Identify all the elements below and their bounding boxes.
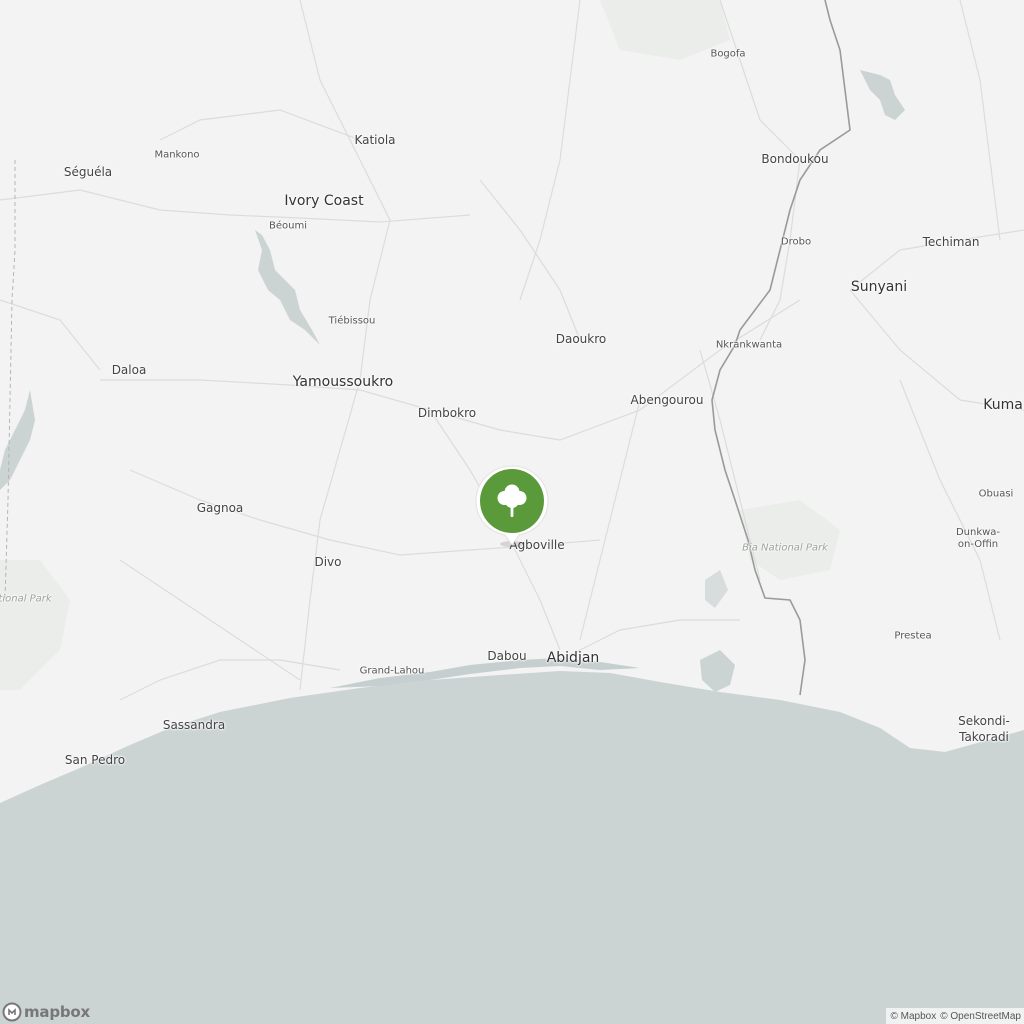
place-label-gagnoa: Gagnoa bbox=[196, 501, 244, 515]
place-label-dimbokro: Dimbokro bbox=[417, 406, 477, 420]
tree-icon bbox=[475, 465, 549, 547]
mapbox-logo[interactable]: mapbox bbox=[2, 1002, 90, 1022]
place-label-daoukro: Daoukro bbox=[555, 332, 607, 346]
place-label-techiman: Techiman bbox=[922, 235, 980, 249]
road-network bbox=[0, 0, 1024, 701]
mapbox-logo-text: mapbox bbox=[24, 1003, 91, 1021]
place-label-tiebissou: Tiébissou bbox=[328, 315, 376, 327]
place-label-sekondi-takoradi: Sekondi-Takoradi bbox=[958, 714, 1010, 744]
lake-kossou bbox=[255, 230, 320, 345]
park-label-bia: Bi̇a National Park bbox=[742, 542, 828, 554]
place-label-beoumi: Béoumi bbox=[269, 220, 307, 232]
place-label-abidjan: Abidjan bbox=[546, 650, 600, 666]
park-area-left bbox=[0, 560, 70, 690]
place-label-dabou: Dabou bbox=[487, 649, 527, 663]
map-marker[interactable] bbox=[473, 463, 551, 549]
place-label-nkrankwanta: Nkrankwanta bbox=[715, 339, 783, 351]
place-label-katiola: Katiola bbox=[354, 133, 396, 147]
map-attribution: © Mapbox © OpenStreetMap bbox=[885, 1008, 1024, 1024]
attribution-mapbox-link[interactable]: © Mapbox bbox=[891, 1011, 937, 1022]
place-label-seguela: Séguéla bbox=[63, 165, 113, 179]
ocean bbox=[0, 671, 1024, 1024]
place-label-daloa: Daloa bbox=[111, 363, 147, 377]
place-label-bogofa: Bogofa bbox=[710, 48, 746, 60]
place-label-san-pedro: San Pedro bbox=[64, 753, 126, 767]
place-label-yamoussoukro: Yamoussoukro bbox=[292, 374, 394, 390]
place-label-dunkwa: Dunkwa-on-Offin bbox=[955, 527, 1001, 550]
lake-volta bbox=[860, 70, 905, 120]
place-label-kumasi: Kuma bbox=[983, 397, 1023, 413]
lagoon-aby bbox=[700, 650, 735, 692]
park-label-national-park-left: ational Park bbox=[0, 593, 52, 605]
place-label-drobo: Drobo bbox=[780, 236, 812, 248]
place-label-mankono: Mankono bbox=[154, 149, 200, 161]
place-label-sunyani: Sunyani bbox=[850, 279, 908, 295]
place-label-bondoukou: Bondoukou bbox=[761, 152, 829, 166]
country-border-west bbox=[4, 160, 16, 601]
lake-small bbox=[705, 570, 728, 608]
attribution-osm-link[interactable]: © OpenStreetMap bbox=[940, 1011, 1021, 1022]
place-label-abengourou: Abengourou bbox=[630, 393, 704, 407]
place-label-prestea: Prestea bbox=[894, 630, 932, 642]
place-label-sassandra: Sassandra bbox=[162, 718, 226, 732]
mapbox-logo-icon bbox=[2, 1002, 22, 1022]
place-label-divo: Divo bbox=[314, 555, 342, 569]
lake-buyo bbox=[0, 390, 35, 490]
country-label-ivory-coast: Ivory Coast bbox=[284, 193, 364, 209]
place-label-obuasi: Obuasi bbox=[978, 488, 1014, 500]
map-canvas[interactable]: Bogofa Katiola Mankono Séguéla Bondoukou… bbox=[0, 0, 1024, 1024]
place-label-grand-lahou: Grand-Lahou bbox=[359, 665, 425, 677]
